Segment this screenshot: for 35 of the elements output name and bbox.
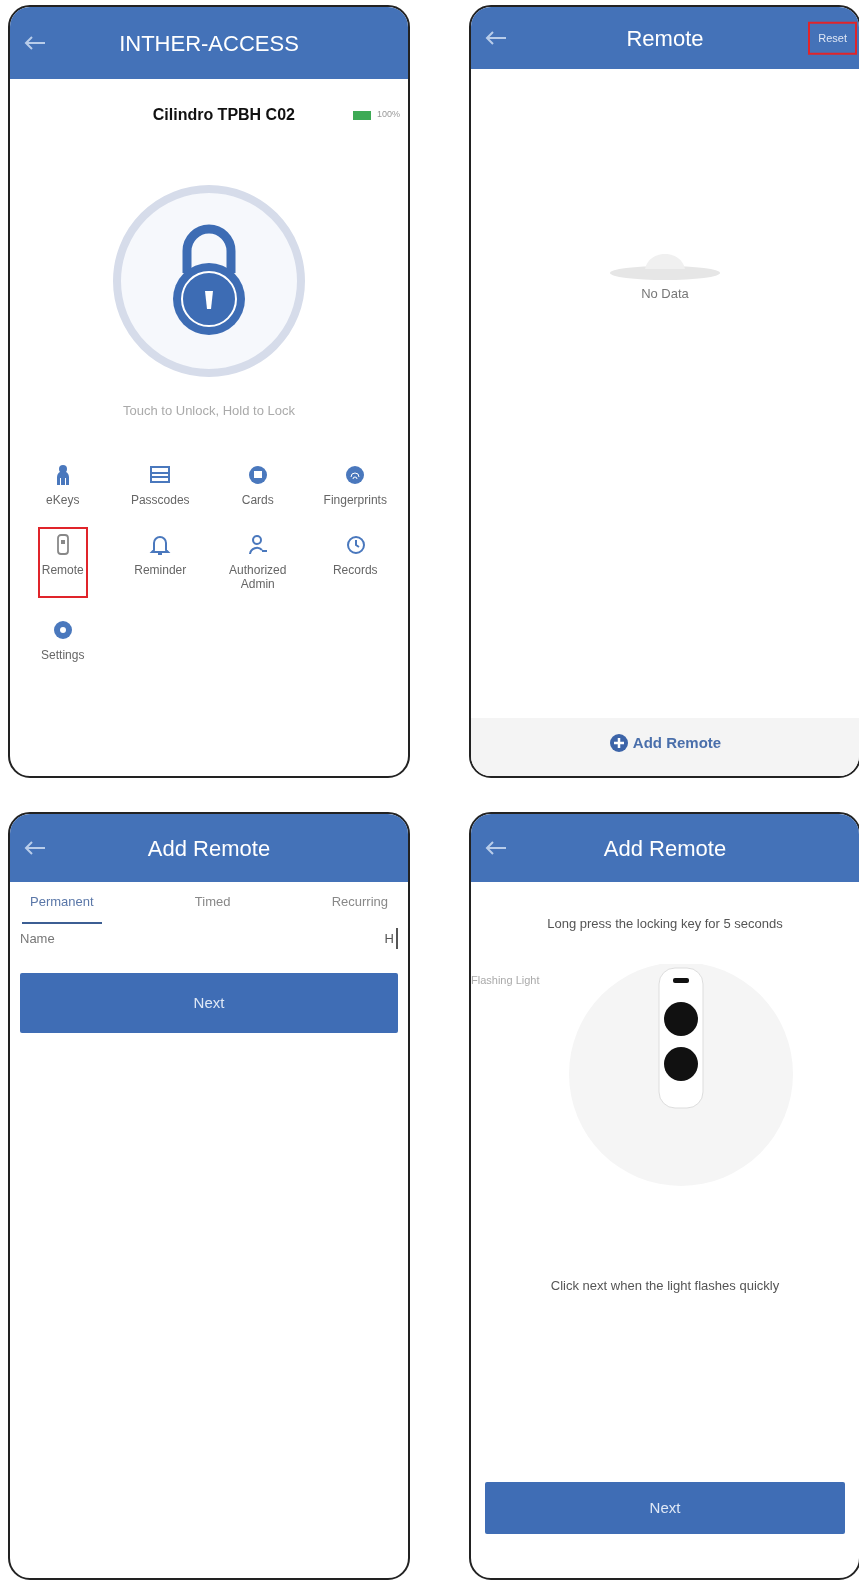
tab[interactable]: Recurring: [323, 886, 396, 924]
menu-item[interactable]: Fingerprints: [319, 456, 391, 513]
reset-button[interactable]: Reset: [808, 21, 857, 55]
tab[interactable]: Timed: [186, 886, 239, 924]
back-arrow-icon: [485, 841, 507, 855]
instruction-text: Long press the locking key for 5 seconds: [546, 915, 784, 933]
menu-item[interactable]: Authorized Admin: [209, 526, 307, 598]
screen-title: INTHER-ACCESS: [119, 29, 299, 58]
back-arrow-icon: [485, 31, 507, 45]
menu-item[interactable]: Remote: [37, 526, 88, 598]
menu-item[interactable]: Passcodes: [126, 456, 194, 513]
add-remote-button[interactable]: Add Remote: [608, 731, 722, 754]
menu-item[interactable]: Reminder: [130, 526, 191, 598]
next-button[interactable]: Next: [485, 1482, 845, 1534]
user-add-icon: [246, 532, 269, 557]
menu-item[interactable]: eKeys: [42, 456, 84, 513]
plus-circle-icon: [608, 732, 629, 753]
battery-reading: 100%: [376, 108, 400, 122]
instruction-note: Click next when the light flashes quickly: [549, 1276, 781, 1295]
flashing-light-label: Flashing Light: [471, 972, 541, 988]
screen-title: Add Remote: [603, 834, 727, 863]
screen-title: Remote: [626, 24, 704, 53]
menu-item[interactable]: Records: [328, 526, 382, 598]
empty-message: No Data: [640, 285, 690, 303]
back-arrow-icon: [24, 36, 46, 50]
menu-item[interactable]: Settings: [37, 611, 89, 669]
menu-item[interactable]: Cards: [237, 456, 278, 513]
field-label: Name: [20, 929, 55, 948]
battery-icon: [352, 110, 373, 120]
tab[interactable]: Permanent: [22, 886, 102, 924]
next-button[interactable]: Next: [20, 973, 398, 1033]
screen-title: Add Remote: [147, 834, 271, 863]
empty-tray-icon: [610, 254, 720, 280]
back-arrow-icon: [24, 841, 46, 855]
unlock-hint: Touch to Unlock, Hold to Lock: [122, 402, 296, 420]
